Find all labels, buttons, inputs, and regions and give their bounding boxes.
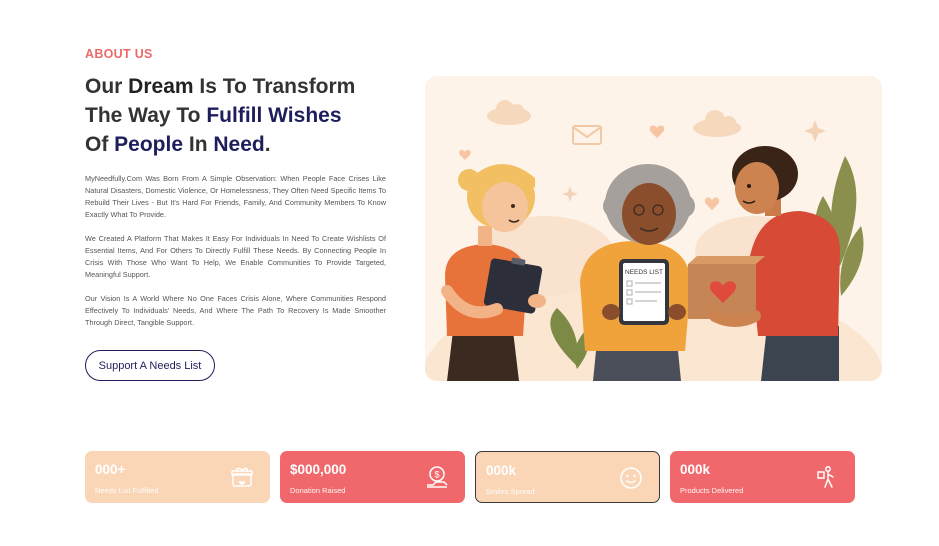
about-paragraph-platform: We Created A Platform That Makes It Easy… (85, 234, 386, 279)
stat-card-needs-fulfilled: 000+ Needs List Fulfilled (85, 451, 270, 503)
about-paragraph-vision: Our Vision Is A World Where No One Faces… (85, 294, 386, 327)
smile-icon (620, 467, 642, 489)
section-eyebrow: ABOUT US (85, 47, 153, 61)
stat-card-smiles-spread: 000k Smiles Spread (475, 451, 660, 503)
donation-hand-icon: $ (427, 466, 448, 488)
support-needs-list-button[interactable]: Support A Needs List (85, 350, 215, 381)
svg-text:$: $ (434, 470, 439, 480)
stat-card-products-delivered: 000k Products Delivered (670, 451, 855, 503)
hero-illustration: NEEDS LIST (425, 76, 882, 381)
stat-card-donation-raised: $000,000 Donation Raised $ (280, 451, 465, 503)
gift-box-icon (231, 467, 253, 487)
delivery-person-icon (817, 466, 834, 488)
tablet-needs-list-label: NEEDS LIST (625, 269, 663, 276)
page-title: Our Dream Is To Transform The Way To Ful… (85, 75, 356, 156)
about-paragraph-origin: MyNeedfully.Com Was Born From A Simple O… (85, 174, 386, 219)
